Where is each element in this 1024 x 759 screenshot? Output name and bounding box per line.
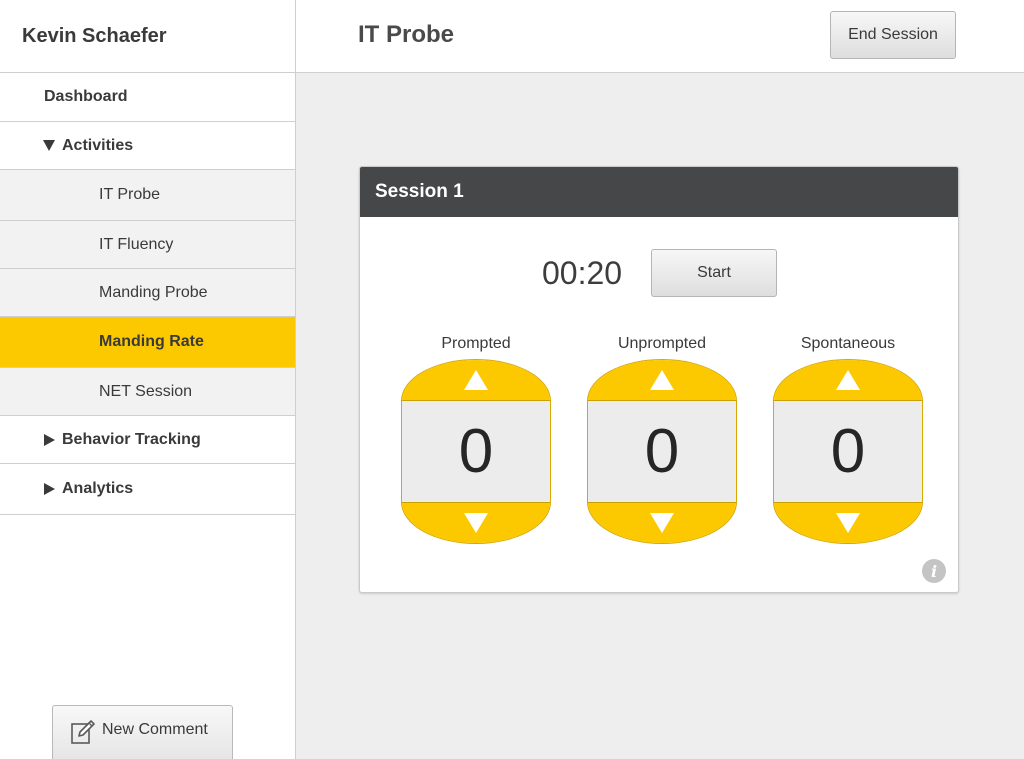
- session-title: Session 1: [375, 181, 464, 202]
- sidebar-item-label: Activities: [62, 136, 134, 154]
- sidebar-item-analytics[interactable]: Analytics: [0, 464, 295, 515]
- increment-button[interactable]: [402, 360, 550, 400]
- counter-value: 0: [588, 400, 736, 503]
- start-button[interactable]: Start: [651, 249, 777, 297]
- arrow-down-icon: [836, 513, 860, 533]
- sidebar-item-net-session[interactable]: NET Session: [0, 368, 295, 416]
- info-icon[interactable]: i: [922, 559, 946, 583]
- page-title: IT Probe: [358, 21, 455, 48]
- counter-unprompted: Unprompted 0: [587, 334, 737, 544]
- decrement-button[interactable]: [774, 503, 922, 543]
- counter-widget: 0: [587, 359, 737, 544]
- end-session-button[interactable]: End Session: [830, 11, 956, 59]
- counter-spontaneous: Spontaneous 0: [773, 334, 923, 544]
- session-card: Session 1 00:20 Start Prompted 0 Unpromp…: [359, 166, 959, 593]
- sidebar-item-label: Dashboard: [44, 88, 128, 105]
- sidebar-item-behavior-tracking[interactable]: Behavior Tracking: [0, 416, 295, 464]
- triangle-down-icon: [43, 140, 55, 151]
- session-card-header: Session 1: [360, 167, 958, 217]
- counter-label: Prompted: [441, 335, 511, 352]
- sidebar-item-label: Behavior Tracking: [62, 430, 201, 448]
- decrement-button[interactable]: [402, 503, 550, 543]
- arrow-up-icon: [650, 370, 674, 390]
- main-content: Session 1 00:20 Start Prompted 0 Unpromp…: [296, 73, 1024, 759]
- sidebar-item-label: Manding Rate: [99, 333, 204, 350]
- triangle-right-icon: [44, 433, 55, 446]
- increment-button[interactable]: [588, 360, 736, 400]
- sidebar-item-label: NET Session: [99, 382, 193, 400]
- counter-label: Unprompted: [617, 335, 707, 352]
- sidebar-item-manding-probe[interactable]: Manding Probe: [0, 269, 295, 317]
- increment-button[interactable]: [774, 360, 922, 400]
- sidebar-item-it-fluency[interactable]: IT Fluency: [0, 221, 295, 269]
- header-bar: IT Probe End Session: [296, 0, 1024, 73]
- counter-prompted: Prompted 0: [401, 334, 551, 544]
- counter-value: 0: [774, 400, 922, 503]
- user-name: Kevin Schaefer: [22, 24, 167, 47]
- counter-widget: 0: [773, 359, 923, 544]
- counter-value: 0: [402, 400, 550, 503]
- sidebar-item-label: IT Probe: [99, 186, 161, 203]
- counter-label: Spontaneous: [800, 335, 896, 352]
- sidebar-item-label: Analytics: [62, 480, 134, 497]
- triangle-right-icon: [44, 483, 55, 495]
- counter-widget: 0: [401, 359, 551, 544]
- session-timer: 00:20: [542, 255, 623, 291]
- decrement-button[interactable]: [588, 503, 736, 543]
- sidebar: Kevin Schaefer Dashboard Activities IT P…: [0, 0, 296, 759]
- sidebar-header: Kevin Schaefer: [0, 0, 295, 73]
- edit-note-icon: [71, 720, 95, 744]
- sidebar-item-manding-rate[interactable]: Manding Rate: [0, 317, 295, 368]
- sidebar-item-label: IT Fluency: [99, 235, 174, 253]
- sidebar-item-it-probe[interactable]: IT Probe: [0, 170, 295, 221]
- sidebar-item-activities[interactable]: Activities: [0, 122, 295, 170]
- sidebar-item-label: Manding Probe: [99, 283, 208, 301]
- arrow-down-icon: [650, 513, 674, 533]
- arrow-up-icon: [836, 370, 860, 390]
- sidebar-item-dashboard[interactable]: Dashboard: [0, 73, 295, 122]
- arrow-up-icon: [464, 370, 488, 390]
- new-comment-label: New Comment: [102, 721, 208, 738]
- new-comment-button[interactable]: New Comment: [52, 705, 233, 759]
- arrow-down-icon: [464, 513, 488, 533]
